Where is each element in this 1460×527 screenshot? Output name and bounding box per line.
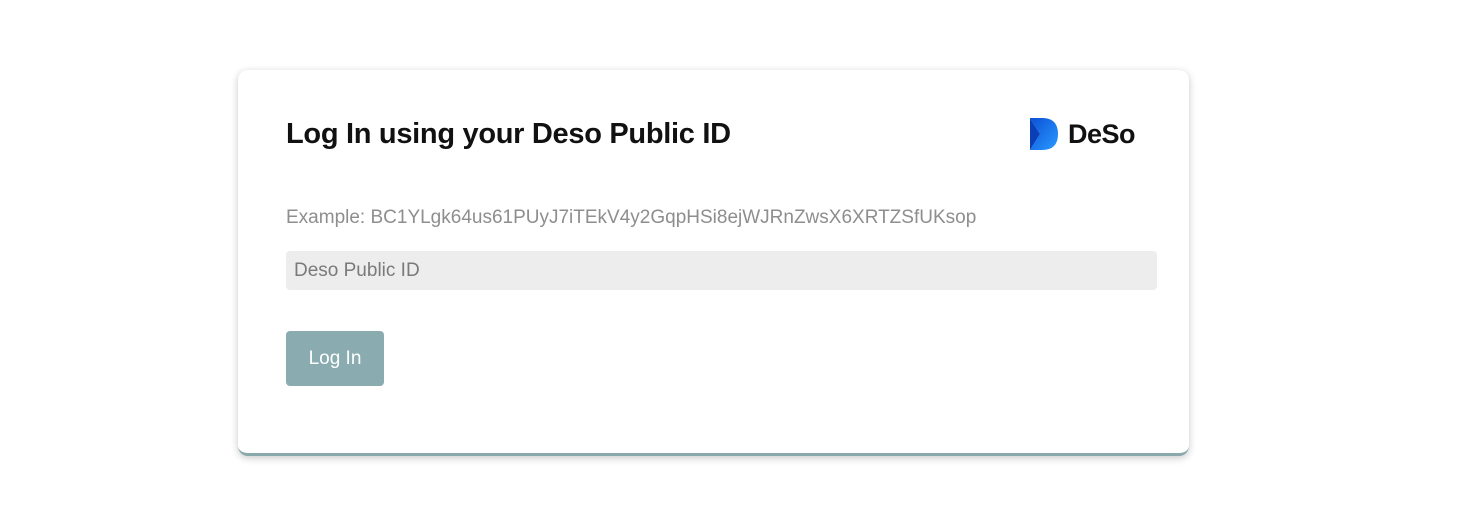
page-title: Log In using your Deso Public ID [286, 118, 731, 150]
login-button[interactable]: Log In [286, 331, 384, 386]
logo-text: DeSo [1068, 118, 1136, 149]
login-card: Log In using your Deso Public ID DeSo Ex… [238, 70, 1189, 456]
deso-logo-icon [1030, 118, 1058, 150]
public-id-input[interactable] [286, 251, 1157, 290]
example-hint: Example: BC1YLgk64us61PUyJ7iTEkV4y2GqpHS… [286, 207, 977, 228]
deso-logo: DeSo [1030, 118, 1136, 150]
